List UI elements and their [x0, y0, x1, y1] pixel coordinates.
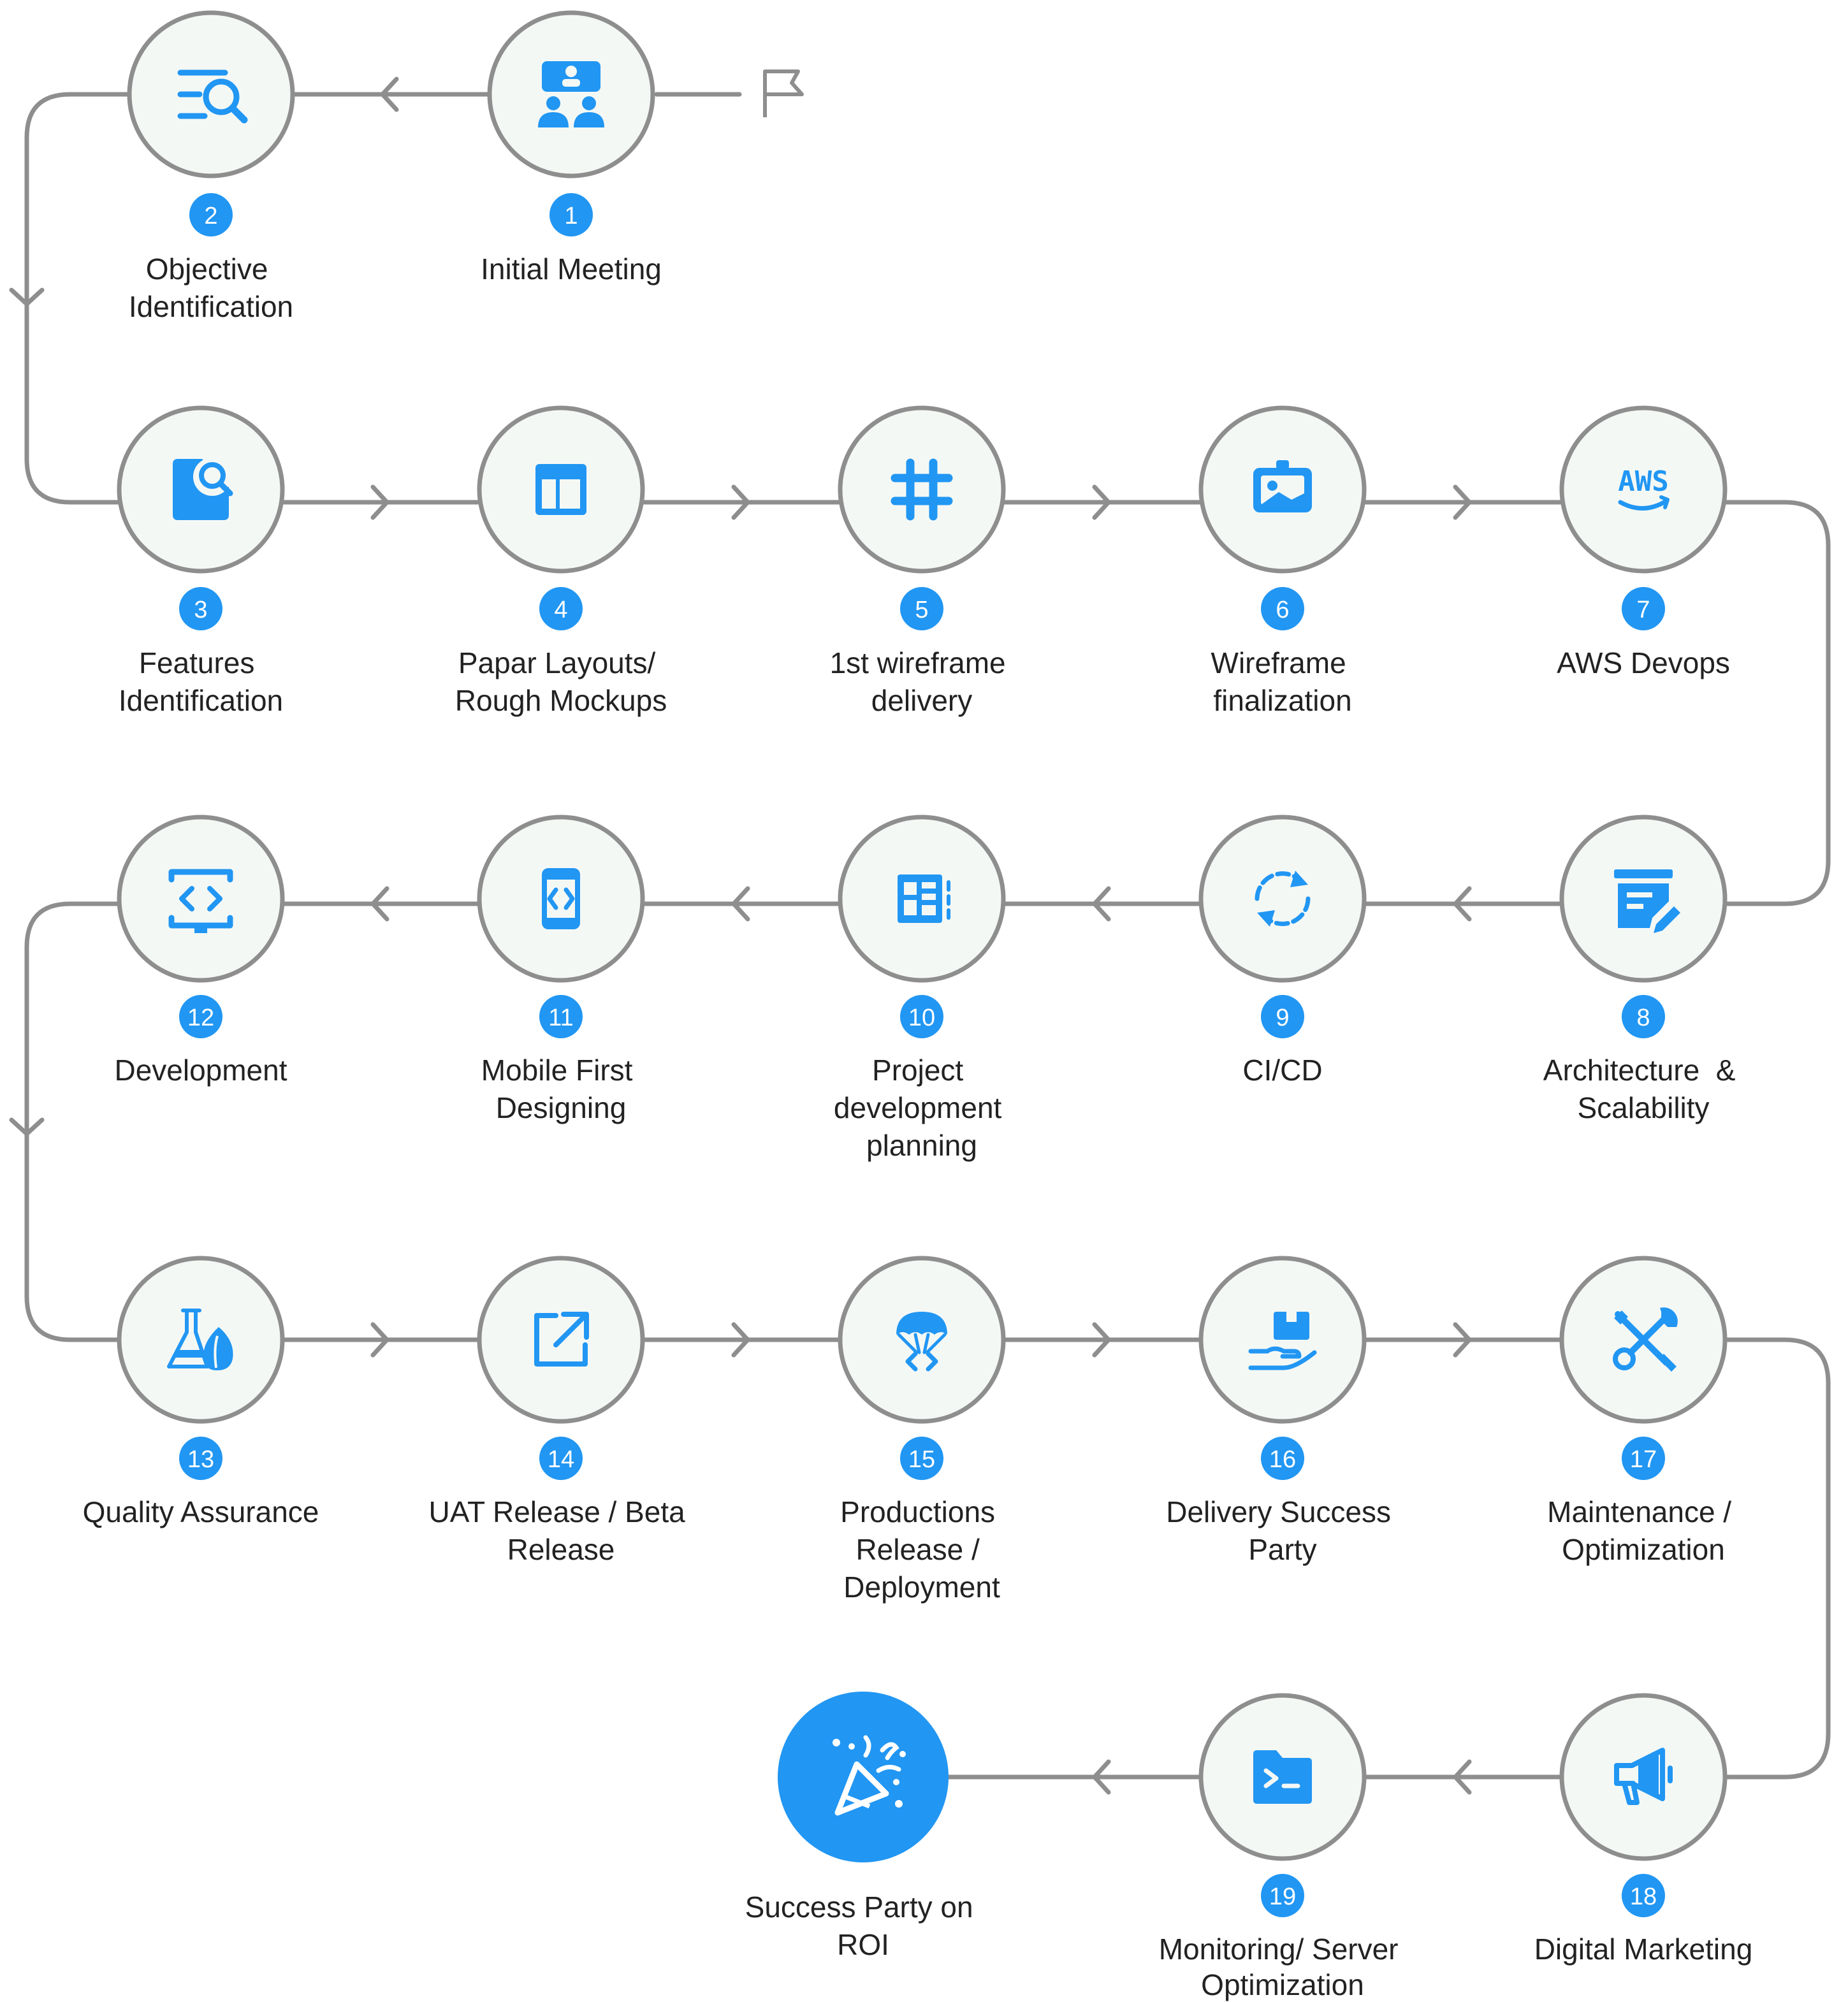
svg-text:10: 10: [908, 1005, 935, 1031]
connector-17-18: [1724, 1337, 1831, 1780]
step-badge-8: 8: [1622, 995, 1665, 1038]
svg-text:4: 4: [554, 597, 567, 623]
svg-text:11: 11: [548, 1005, 573, 1031]
connector-2-3: [24, 92, 130, 505]
svg-text:2: 2: [204, 203, 217, 229]
svg-text:AWS: AWS: [1618, 465, 1668, 498]
svg-text:19: 19: [1269, 1883, 1296, 1910]
flag-icon: [763, 69, 804, 117]
node-circle-final: [778, 1692, 949, 1862]
step-badge-5: 5: [900, 587, 943, 630]
node-circle-5: [838, 405, 1006, 574]
step-badge-7: 7: [1622, 587, 1665, 630]
step-label-final: Success Party on ROI: [745, 1890, 982, 1961]
step-label-2: Objective Identification: [129, 252, 293, 323]
document-search-icon: [173, 458, 233, 520]
svg-text:18: 18: [1630, 1883, 1657, 1910]
terminal-folder-icon: [1253, 1750, 1312, 1804]
svg-text:9: 9: [1276, 1005, 1289, 1031]
step-badge-10: 10: [900, 995, 943, 1038]
dashboard-plan-icon: [898, 874, 950, 923]
svg-text:15: 15: [908, 1446, 935, 1473]
mobile-code-icon: [542, 868, 580, 929]
node-circle-9: [1198, 815, 1367, 983]
step-label-4: Papar Layouts/ Rough Mockups: [455, 646, 667, 717]
step-label-11: Mobile First Designing: [481, 1054, 641, 1124]
svg-text:5: 5: [915, 597, 928, 623]
node-circle-13: [117, 1256, 285, 1424]
svg-text:17: 17: [1630, 1446, 1657, 1473]
step-badge-13: 13: [179, 1437, 222, 1480]
step-badge-14: 14: [539, 1437, 583, 1480]
step-badge-1: 1: [549, 193, 593, 236]
node-circle-2: [127, 10, 295, 178]
step-badge-19: 19: [1261, 1874, 1304, 1917]
step-label-8: Architecture & Scalability: [1543, 1054, 1743, 1124]
step-badge-12: 12: [179, 995, 222, 1038]
svg-text:16: 16: [1269, 1446, 1296, 1473]
step-badge-18: 18: [1622, 1874, 1665, 1917]
connector-7-8: [1724, 500, 1831, 906]
step-label-9: CI/CD: [1242, 1054, 1322, 1087]
step-badge-16: 16: [1261, 1437, 1304, 1480]
step-badge-6: 6: [1261, 587, 1304, 630]
step-label-1: Initial Meeting: [481, 252, 662, 286]
step-label-18: Digital Marketing: [1534, 1933, 1753, 1966]
svg-text:8: 8: [1636, 1005, 1650, 1031]
step-badge-4: 4: [539, 587, 583, 630]
step-label-14: UAT Release / Beta Release: [428, 1495, 693, 1566]
image-ticket-icon: [1253, 460, 1312, 512]
step-badge-2: 2: [189, 193, 233, 236]
svg-text:12: 12: [187, 1005, 214, 1031]
step-badge-11: 11: [539, 995, 583, 1038]
step-label-17: Maintenance / Optimization: [1547, 1495, 1740, 1566]
layout-icon: [535, 464, 586, 515]
step-label-13: Quality Assurance: [83, 1495, 319, 1528]
svg-text:13: 13: [187, 1446, 214, 1473]
step-badge-17: 17: [1622, 1437, 1665, 1480]
step-label-16: Delivery Success Party: [1166, 1495, 1399, 1566]
node-circle-1: [487, 10, 655, 178]
step-badge-15: 15: [900, 1437, 943, 1480]
node-circle-15: [838, 1256, 1006, 1424]
step-label-10: Project development planning: [834, 1054, 1010, 1162]
process-flow-diagram: AWS 1 2 3 4 5 6 7 8 9 10 11 12 13 14 15 …: [9, 10, 1831, 2001]
step-label-6: Wireframe finalization: [1211, 646, 1355, 717]
svg-text:14: 14: [548, 1446, 574, 1473]
step-label-19: Monitoring/ Server Optimization: [1159, 1933, 1407, 2001]
step-label-3: Features Identification: [119, 646, 283, 717]
step-badge-3: 3: [179, 587, 222, 630]
svg-text:1: 1: [564, 203, 578, 229]
node-circle-12: [117, 815, 285, 983]
svg-text:3: 3: [194, 597, 207, 623]
step-label-15: Productions Release / Deployment: [840, 1495, 1003, 1604]
step-label-12: Development: [114, 1054, 287, 1087]
svg-text:6: 6: [1276, 597, 1289, 623]
svg-text:7: 7: [1636, 597, 1650, 623]
step-badge-9: 9: [1261, 995, 1304, 1038]
step-label-5: 1st wireframe delivery: [830, 646, 1014, 717]
step-label-7: AWS Devops: [1557, 646, 1730, 679]
